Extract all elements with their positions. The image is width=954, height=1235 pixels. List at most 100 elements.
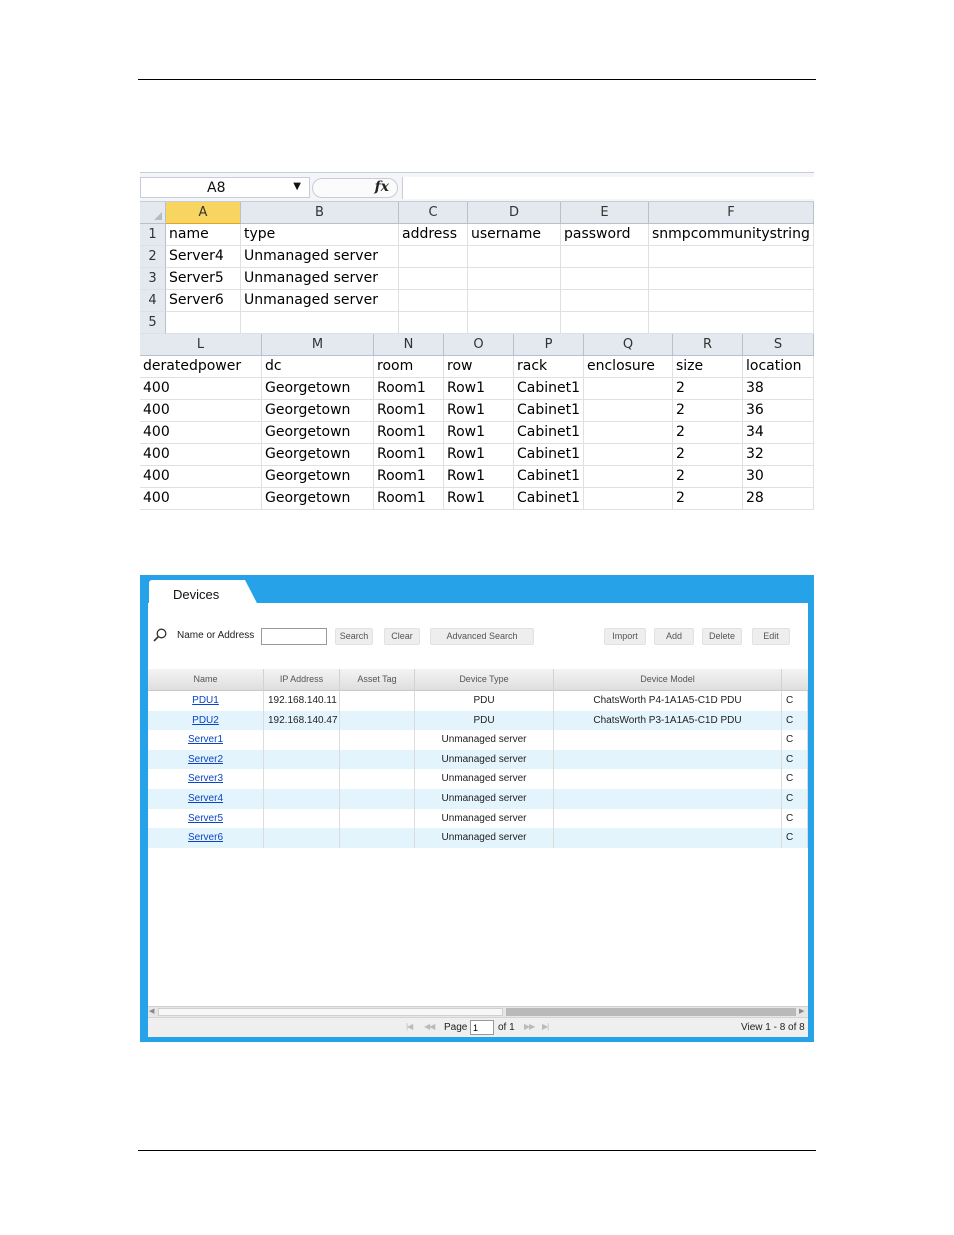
column-header-q[interactable]: Q bbox=[584, 334, 673, 356]
sheet-cell[interactable]: 2 bbox=[673, 400, 743, 422]
sheet-cell[interactable] bbox=[649, 246, 814, 268]
sheet-cell[interactable]: Georgetown bbox=[262, 378, 374, 400]
table-row[interactable]: Server4 Unmanaged server C bbox=[148, 788, 808, 809]
sheet-cell[interactable]: 2 bbox=[673, 488, 743, 510]
sheet-cell[interactable]: Cabinet1 bbox=[514, 488, 584, 510]
device-name-link[interactable]: Server5 bbox=[188, 813, 223, 824]
table-row[interactable]: Server6 Unmanaged server C bbox=[148, 828, 808, 848]
row-header[interactable]: 4 bbox=[140, 290, 166, 312]
device-name-link[interactable]: Server2 bbox=[188, 754, 223, 765]
sheet-cell[interactable] bbox=[584, 400, 673, 422]
sheet-cell[interactable] bbox=[561, 246, 649, 268]
sheet-cell[interactable]: 400 bbox=[140, 378, 262, 400]
device-name-link[interactable]: Server1 bbox=[188, 734, 223, 745]
sheet-cell[interactable]: Cabinet1 bbox=[514, 444, 584, 466]
column-asset-tag[interactable]: Asset Tag bbox=[340, 669, 415, 690]
sheet-cell[interactable]: Row1 bbox=[444, 488, 514, 510]
column-name[interactable]: Name bbox=[148, 669, 264, 690]
sheet-cell[interactable]: Cabinet1 bbox=[514, 378, 584, 400]
sheet-cell[interactable]: Row1 bbox=[444, 466, 514, 488]
scrollbar-thumb[interactable] bbox=[158, 1008, 503, 1016]
import-button[interactable]: Import bbox=[604, 628, 646, 645]
sheet-cell[interactable]: Georgetown bbox=[262, 488, 374, 510]
scrollbar-track[interactable] bbox=[506, 1008, 796, 1016]
column-header-d[interactable]: D bbox=[468, 202, 561, 224]
sheet-cell[interactable]: Cabinet1 bbox=[514, 422, 584, 444]
column-header-s[interactable]: S bbox=[743, 334, 814, 356]
sheet-cell[interactable] bbox=[584, 444, 673, 466]
sheet-cell[interactable]: name bbox=[166, 224, 241, 246]
column-ip-address[interactable]: IP Address bbox=[264, 669, 340, 690]
sheet-cell[interactable]: Room1 bbox=[374, 400, 444, 422]
sheet-cell[interactable]: Room1 bbox=[374, 488, 444, 510]
sheet-cell[interactable] bbox=[399, 268, 468, 290]
sheet-cell[interactable]: Room1 bbox=[374, 466, 444, 488]
chevron-down-icon[interactable]: ▼ bbox=[293, 181, 301, 192]
last-page-icon[interactable]: ▶| bbox=[542, 1022, 549, 1031]
sheet-cell[interactable]: enclosure bbox=[584, 356, 673, 378]
sheet-cell[interactable]: snmpcommunitystring bbox=[649, 224, 814, 246]
prev-page-icon[interactable]: ◀◀ bbox=[424, 1022, 435, 1031]
sheet-cell[interactable]: 2 bbox=[673, 422, 743, 444]
sheet-cell[interactable]: Server4 bbox=[166, 246, 241, 268]
clear-button[interactable]: Clear bbox=[384, 628, 420, 645]
sheet-cell[interactable] bbox=[584, 422, 673, 444]
column-header-l[interactable]: L bbox=[140, 334, 262, 356]
edit-button[interactable]: Edit bbox=[752, 628, 790, 645]
column-header-c[interactable]: C bbox=[399, 202, 468, 224]
sheet-cell[interactable] bbox=[649, 268, 814, 290]
sheet-cell[interactable]: location bbox=[743, 356, 814, 378]
advanced-search-button[interactable]: Advanced Search bbox=[430, 628, 534, 645]
column-header-n[interactable]: N bbox=[374, 334, 444, 356]
column-device-model[interactable]: Device Model bbox=[554, 669, 782, 690]
sheet-cell[interactable] bbox=[584, 488, 673, 510]
sheet-cell[interactable] bbox=[561, 268, 649, 290]
sheet-cell[interactable] bbox=[468, 312, 561, 334]
device-name-link[interactable]: Server4 bbox=[188, 793, 223, 804]
delete-button[interactable]: Delete bbox=[702, 628, 742, 645]
table-row[interactable]: Server5 Unmanaged server C bbox=[148, 808, 808, 829]
search-button[interactable]: Search bbox=[335, 628, 373, 645]
sheet-cell[interactable]: 36 bbox=[743, 400, 814, 422]
row-header[interactable]: 5 bbox=[140, 312, 166, 334]
row-header[interactable]: 1 bbox=[140, 224, 166, 246]
sheet-cell[interactable]: Unmanaged server bbox=[241, 268, 399, 290]
scroll-right-icon[interactable]: ▶ bbox=[799, 1007, 804, 1015]
column-header-f[interactable]: F bbox=[649, 202, 814, 224]
sheet-cell[interactable] bbox=[241, 312, 399, 334]
sheet-cell[interactable]: type bbox=[241, 224, 399, 246]
table-row[interactable]: PDU2 192.168.140.47 PDU ChatsWorth P3-1A1A5… bbox=[148, 710, 808, 731]
sheet-cell[interactable]: rack bbox=[514, 356, 584, 378]
sheet-cell[interactable]: 38 bbox=[743, 378, 814, 400]
name-box[interactable]: A8 ▼ bbox=[140, 177, 310, 198]
column-header-a[interactable]: A bbox=[166, 202, 241, 224]
sheet-cell[interactable] bbox=[399, 246, 468, 268]
sheet-cell[interactable]: 400 bbox=[140, 400, 262, 422]
sheet-cell[interactable]: 2 bbox=[673, 444, 743, 466]
sheet-cell[interactable]: Cabinet1 bbox=[514, 466, 584, 488]
next-page-icon[interactable]: ▶▶ bbox=[524, 1022, 535, 1031]
sheet-cell[interactable]: password bbox=[561, 224, 649, 246]
sheet-cell[interactable]: address bbox=[399, 224, 468, 246]
sheet-cell[interactable]: Georgetown bbox=[262, 466, 374, 488]
sheet-cell[interactable] bbox=[468, 268, 561, 290]
sheet-cell[interactable]: Row1 bbox=[444, 444, 514, 466]
device-name-link[interactable]: PDU1 bbox=[192, 695, 219, 706]
row-header[interactable]: 3 bbox=[140, 268, 166, 290]
page-number-input[interactable] bbox=[470, 1020, 494, 1035]
sheet-cell[interactable]: 34 bbox=[743, 422, 814, 444]
sheet-cell[interactable]: 28 bbox=[743, 488, 814, 510]
add-button[interactable]: Add bbox=[654, 628, 694, 645]
function-icon[interactable]: fx bbox=[375, 179, 389, 195]
sheet-cell[interactable] bbox=[561, 312, 649, 334]
sheet-cell[interactable]: Georgetown bbox=[262, 444, 374, 466]
sheet-cell[interactable] bbox=[584, 466, 673, 488]
table-row[interactable]: PDU1 192.168.140.11 PDU ChatsWorth P4-1A1A5… bbox=[148, 691, 808, 711]
sheet-cell[interactable]: Georgetown bbox=[262, 400, 374, 422]
column-header-m[interactable]: M bbox=[262, 334, 374, 356]
device-name-link[interactable]: Server6 bbox=[188, 832, 223, 843]
search-input[interactable] bbox=[261, 628, 327, 645]
sheet-cell[interactable] bbox=[399, 290, 468, 312]
sheet-cell[interactable]: Server6 bbox=[166, 290, 241, 312]
table-row[interactable]: Server1 Unmanaged server C bbox=[148, 730, 808, 750]
